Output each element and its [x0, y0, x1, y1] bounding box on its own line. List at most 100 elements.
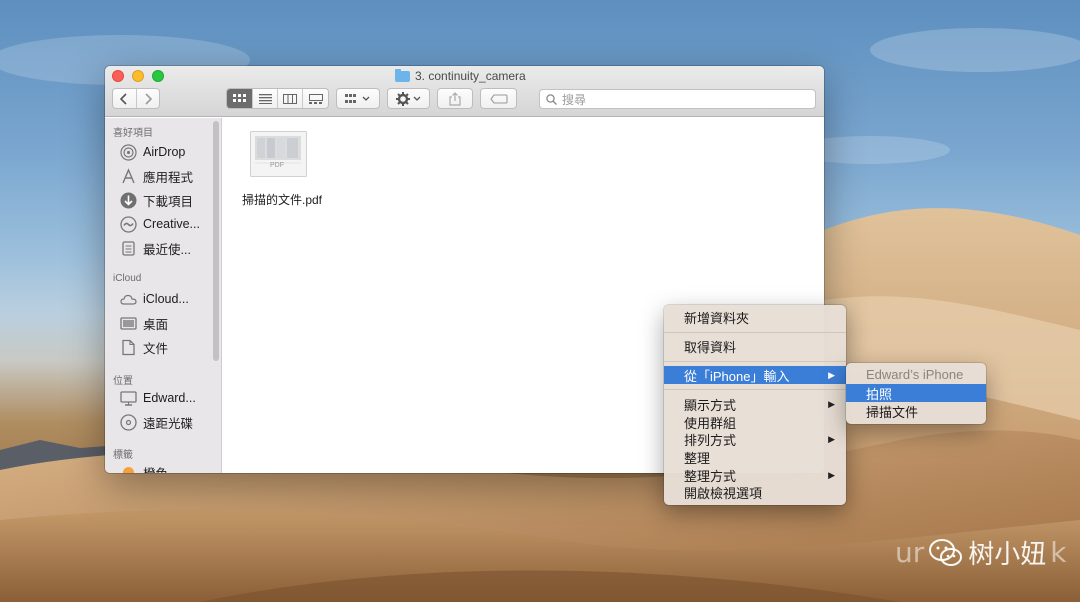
sidebar-scrollbar[interactable]: [213, 121, 219, 361]
group-grid-icon: [345, 93, 370, 103]
group-by-button[interactable]: [336, 88, 380, 109]
icon-view-button[interactable]: [227, 89, 253, 108]
search-placeholder: 搜尋: [562, 92, 587, 107]
file-name[interactable]: 掃描的文件.pdf: [237, 191, 327, 208]
columns-icon: [283, 93, 297, 104]
iphone-submenu: Edward’s iPhone 拍照 掃描文件: [846, 363, 986, 424]
list-icon: [258, 93, 272, 104]
forward-button[interactable]: [137, 89, 160, 108]
menu-separator: [664, 389, 846, 390]
window-title-text: 3. continuity_camera: [415, 69, 526, 83]
menu-item-clean-up[interactable]: 整理: [664, 448, 846, 466]
grid-icon: [233, 94, 246, 102]
sidebar-item-desktop[interactable]: 桌面: [120, 313, 168, 333]
sidebar-heading-favorites: 喜好項目: [113, 128, 153, 139]
sidebar-heading-tags: 標籤: [113, 450, 133, 461]
share-button[interactable]: [437, 88, 473, 109]
menu-item-import-from-iphone[interactable]: 從「iPhone」輸入 ▶: [664, 366, 846, 384]
document-icon: [120, 339, 137, 356]
menu-item-label: 顯示方式: [684, 397, 737, 413]
orange-tag-icon: [120, 464, 137, 473]
download-icon: [120, 192, 137, 209]
creative-cloud-icon: [120, 215, 137, 233]
sidebar-item-applications[interactable]: 應用程式: [120, 166, 193, 186]
tags-button[interactable]: [480, 88, 517, 109]
pdf-label: PDF: [270, 162, 284, 169]
pdf-file-icon[interactable]: PDF: [250, 131, 307, 177]
gear-icon: [395, 91, 420, 106]
watermark-text: 树小妞: [968, 540, 1047, 570]
sidebar-heading-locations: 位置: [113, 376, 133, 387]
gallery-view-button[interactable]: [303, 89, 328, 108]
sidebar-item-label: Edward...: [143, 391, 196, 405]
menu-item-label: 從「iPhone」輸入: [684, 368, 790, 384]
window-title: 3. continuity_camera: [395, 68, 526, 84]
view-mode-control: [226, 88, 329, 109]
menu-item-get-info[interactable]: 取得資料: [664, 337, 846, 355]
menu-item-label: 掃描文件: [866, 404, 919, 420]
watermark: ur 树小妞 k: [895, 534, 1067, 571]
context-menu: 新增資料夾 取得資料 從「iPhone」輸入 ▶ 顯示方式 ▶ 使用群組 排列方式 ▶…: [664, 305, 846, 505]
action-button[interactable]: [387, 88, 430, 109]
applications-icon: [120, 167, 137, 185]
back-button[interactable]: [113, 89, 137, 108]
computer-icon: [120, 390, 137, 407]
sidebar-item-documents[interactable]: 文件: [120, 337, 168, 357]
close-button[interactable]: [112, 70, 124, 82]
menu-item-label: 開啟檢視選項: [684, 485, 763, 501]
column-view-button[interactable]: [278, 89, 303, 108]
airdrop-icon: [120, 143, 137, 161]
menu-separator: [664, 332, 846, 333]
sidebar-item-label: iCloud...: [143, 292, 189, 306]
menu-item-label: 新增資料夾: [684, 310, 750, 326]
submenu-item-take-photo[interactable]: 拍照: [846, 384, 986, 402]
zoom-button[interactable]: [152, 70, 164, 82]
wechat-icon: [929, 538, 963, 566]
sidebar-heading-icloud: iCloud: [113, 273, 142, 284]
sidebar-item-label: 橙色: [143, 463, 168, 474]
sidebar-item-icloud-drive[interactable]: iCloud...: [120, 289, 189, 309]
submenu-item-scan-documents[interactable]: 掃描文件: [846, 402, 986, 420]
desktop-icon: [120, 315, 137, 332]
minimize-button[interactable]: [132, 70, 144, 82]
sidebar-item-label: 應用程式: [143, 170, 194, 185]
gallery-icon: [308, 93, 323, 104]
sidebar: 喜好項目 AirDrop 應用程式 下載項目 Creative... 最近使..…: [105, 118, 222, 473]
sidebar-item-recents[interactable]: 最近使...: [120, 238, 191, 258]
sidebar-item-label: 桌面: [143, 317, 169, 332]
submenu-device-label: Edward’s iPhone: [846, 365, 986, 383]
watermark-bg-text: ur: [895, 536, 925, 569]
sidebar-item-downloads[interactable]: 下載項目: [120, 190, 193, 210]
sidebar-item-label: 最近使...: [143, 242, 191, 257]
sidebar-item-tag-orange[interactable]: 橙色: [120, 462, 168, 473]
sidebar-item-computer[interactable]: Edward...: [120, 388, 196, 408]
toolbar: 3. continuity_camera 搜尋: [105, 66, 824, 117]
submenu-arrow-icon: ▶: [828, 433, 835, 444]
menu-item-label: 拍照: [866, 386, 893, 402]
menu-item-sort-by[interactable]: 排列方式 ▶: [664, 430, 846, 448]
sidebar-item-creative-cloud[interactable]: Creative...: [120, 214, 200, 234]
sidebar-item-label: 下載項目: [143, 194, 194, 209]
sidebar-item-label: AirDrop: [143, 145, 186, 159]
menu-item-label: 取得資料: [684, 339, 737, 355]
sidebar-item-airdrop[interactable]: AirDrop: [120, 142, 185, 162]
folder-icon: [395, 68, 410, 82]
tag-icon: [489, 93, 508, 104]
menu-item-label: 整理: [684, 450, 711, 466]
disc-icon: [120, 413, 137, 431]
sidebar-item-remote-disc[interactable]: 遠距光碟: [120, 412, 193, 432]
menu-item-use-groups[interactable]: 使用群組: [664, 413, 846, 431]
menu-separator: [664, 361, 846, 362]
list-view-button[interactable]: [253, 89, 278, 108]
sidebar-item-label: Creative...: [143, 217, 200, 231]
submenu-arrow-icon: ▶: [828, 469, 835, 480]
watermark-bg-text-end: k: [1050, 536, 1067, 569]
menu-item-show-view-options[interactable]: 開啟檢視選項: [664, 483, 846, 501]
search-field[interactable]: 搜尋: [539, 89, 816, 109]
cloud-icon: [120, 291, 137, 308]
menu-item-label: 排列方式: [684, 432, 737, 448]
search-icon: [546, 93, 557, 105]
menu-item-show-view-as[interactable]: 顯示方式 ▶: [664, 395, 846, 413]
menu-item-new-folder[interactable]: 新增資料夾: [664, 308, 846, 326]
menu-item-clean-up-by[interactable]: 整理方式 ▶: [664, 466, 846, 484]
